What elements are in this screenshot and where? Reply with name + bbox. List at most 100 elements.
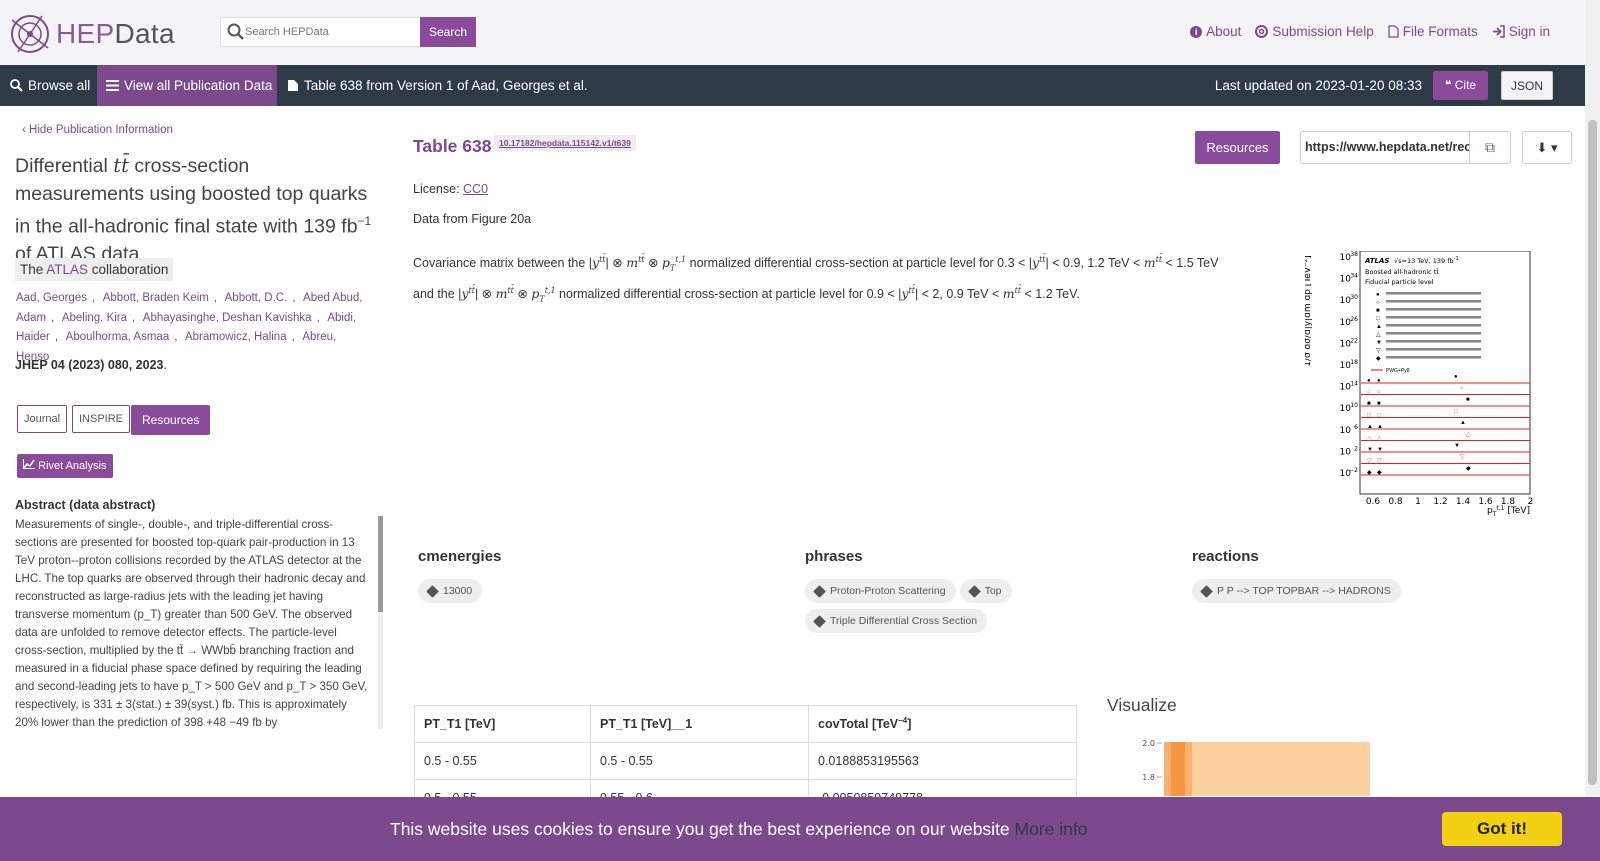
thumb-data-marker: △	[1466, 432, 1471, 438]
author-link[interactable]: Abbott, Braden Keim	[103, 292, 209, 304]
author-link[interactable]: Abeling, Kira	[62, 312, 127, 324]
search-button[interactable]: Search	[420, 17, 476, 47]
keyword-tag[interactable]: Triple Differential Cross Section	[805, 609, 988, 633]
rivet-analysis-button[interactable]: Rivet Analysis	[17, 454, 113, 478]
view-all-label: View all Publication Data	[124, 78, 273, 93]
thumb-y-tick-exponent: 10	[1350, 402, 1358, 409]
figure-thumbnail[interactable]: 10 3810 3410 3010 2610 2210 1810 1410 1010 610 210…	[1305, 251, 1535, 531]
thumb-data-marker: ◆	[1367, 470, 1372, 476]
column-header[interactable]: covTotal [TeV−4]	[808, 705, 1077, 743]
hepdata-logo-icon	[11, 15, 49, 53]
thumb-legend-marker: ▽	[1376, 348, 1381, 354]
thumb-data-marker: ■	[1466, 397, 1470, 403]
inspire-button[interactable]: INSPIRE	[72, 405, 131, 433]
abstract-scroll-thumb[interactable]	[378, 516, 383, 612]
current-table-title: Table 638 from Version 1 of Aad, Georges…	[287, 65, 588, 106]
visualize-heatmap[interactable]: 2.0 1.8	[1130, 736, 1380, 796]
thumb-legend-marker: □	[1376, 316, 1380, 322]
nav-file-formats[interactable]: File Formats	[1388, 24, 1478, 39]
thumb-legend-text	[1386, 292, 1481, 295]
heatmap-cell[interactable]	[1171, 742, 1185, 796]
thumb-line2: Boosted all-hadronic tt̄	[1365, 267, 1439, 276]
nav-about-label: About	[1206, 24, 1242, 39]
thumb-data-marker: ■	[1367, 401, 1371, 407]
figure-reference: Data from Figure 20a	[413, 212, 532, 226]
record-nav: Browse all View all Publication Data Tab…	[0, 65, 1585, 106]
cookie-more-info-link[interactable]: More info	[1015, 819, 1088, 839]
browse-all-label: Browse all	[28, 78, 91, 93]
heatmap-cell[interactable]	[1164, 742, 1171, 796]
abstract-heading: Abstract (data abstract)	[15, 498, 156, 512]
publication-resources-button[interactable]: Resources	[131, 405, 211, 435]
collaboration-link[interactable]: ATLAS	[46, 262, 88, 277]
thumb-y-tick-exponent: 2	[1354, 445, 1358, 452]
thumb-y-tick-exponent: 14	[1350, 381, 1358, 388]
last-updated: Last updated on 2023-01-20 08:33	[1214, 78, 1422, 93]
thumb-y-tick-exponent: 22	[1350, 337, 1358, 344]
quote-icon: ❝	[1444, 78, 1452, 92]
chevron-left-icon: ‹	[22, 124, 26, 136]
keyword-tag[interactable]: P P --> TOP TOPBAR --> HADRONS	[1192, 579, 1401, 603]
search-input[interactable]	[245, 26, 415, 38]
view-all-publication-data-link[interactable]: View all Publication Data	[97, 65, 277, 106]
thumb-legend-text	[1386, 348, 1481, 351]
thumb-y-tick-exponent: 26	[1350, 316, 1358, 323]
json-button[interactable]: JSON	[1501, 71, 1553, 100]
abstract-scrollbar[interactable]	[378, 516, 383, 729]
page-scrollbar[interactable]	[1585, 0, 1600, 861]
nav-sign-in[interactable]: Sign in	[1492, 24, 1550, 39]
keyword-tag[interactable]: Top	[959, 579, 1012, 603]
thumb-data-marker: □	[1367, 413, 1371, 419]
table-url-field[interactable]: https://www.hepdata.net/record/ins207757…	[1300, 131, 1470, 164]
cookie-accept-button[interactable]: Got it!	[1442, 812, 1562, 846]
author-link[interactable]: Aad, Georges	[16, 292, 87, 304]
table-cell: 0.5 - 0.55	[590, 742, 809, 780]
cite-button[interactable]: ❝ Cite	[1433, 71, 1488, 100]
author-link[interactable]: Abbott, D.C.	[225, 292, 288, 304]
journal-reference: JHEP 04 (2023) 080, 2023.	[15, 358, 167, 372]
thumb-legend-text	[1386, 308, 1481, 311]
search-form: Search	[220, 17, 476, 47]
thumb-data-marker: ▽	[1377, 459, 1382, 465]
author-link[interactable]: Abhayasinghe, Deshan Kavishka	[143, 312, 312, 324]
file-icon	[288, 80, 298, 91]
search-box[interactable]	[220, 17, 420, 47]
download-dropdown-button[interactable]: ⬇ ▾	[1522, 131, 1572, 164]
thumb-data-marker: ▼	[1454, 443, 1460, 449]
keyword-tag[interactable]: 13000	[418, 579, 483, 603]
thumb-y-axis-label: 1/σ dσ/d|y|dm dp [TeV⁻²]	[1305, 255, 1313, 367]
copy-url-button[interactable]: ⧉	[1469, 131, 1511, 164]
author-link[interactable]: Abramowicz, Halina	[185, 331, 287, 343]
cookie-message: This website uses cookies to ensure you …	[390, 819, 1088, 839]
thumb-legend-text	[1386, 324, 1481, 327]
table-row[interactable]: 0.5 - 0.55 0.5 - 0.55 0.0188853195563	[414, 742, 1077, 780]
keywords-cmenergies: cmenergies 13000	[418, 548, 501, 609]
heatmap-cell[interactable]	[1185, 742, 1192, 796]
column-header[interactable]: PT_T1 [TeV]	[414, 705, 591, 743]
table-cell: 0.0188853195563	[808, 742, 1077, 780]
page-scroll-thumb[interactable]	[1588, 120, 1597, 785]
table-doi-link[interactable]: 10.17182/hepdata.115142.v1/t639	[494, 135, 636, 151]
thumb-data-marker: ○	[1367, 390, 1371, 396]
keyword-tag[interactable]: Proton-Proton Scattering	[805, 579, 956, 603]
phrases-heading: phrases	[805, 548, 863, 565]
reactions-heading: reactions	[1192, 548, 1259, 565]
browse-all-link[interactable]: Browse all	[10, 65, 90, 106]
collaboration-badge: The ATLAS collaboration	[15, 258, 174, 281]
nav-about[interactable]: i About	[1190, 24, 1241, 39]
hepdata-logo[interactable]: HEPData	[8, 12, 175, 56]
heatmap-cell[interactable]	[1192, 742, 1370, 796]
author-list: Aad, Georges, Abbott, Braden Keim, Abbot…	[16, 292, 363, 363]
nav-submission-help[interactable]: Submission Help	[1255, 24, 1374, 39]
cite-label: Cite	[1454, 78, 1477, 92]
author-link[interactable]: Aboulhorma, Asmaa	[66, 331, 170, 343]
thumb-y-tick-exponent: 18	[1350, 359, 1358, 366]
journal-button[interactable]: Journal	[17, 405, 68, 433]
column-header[interactable]: PT_T1 [TeV]__1	[590, 705, 809, 743]
table-resources-button[interactable]: Resources	[1195, 131, 1280, 164]
tag-icon	[426, 584, 439, 598]
logo-wordmark: HEPData	[56, 18, 175, 49]
hide-publication-info-link[interactable]: ‹ Hide Publication Information	[22, 124, 173, 136]
table-heading: Table 638	[413, 136, 492, 156]
license-link[interactable]: CC0	[463, 182, 488, 196]
